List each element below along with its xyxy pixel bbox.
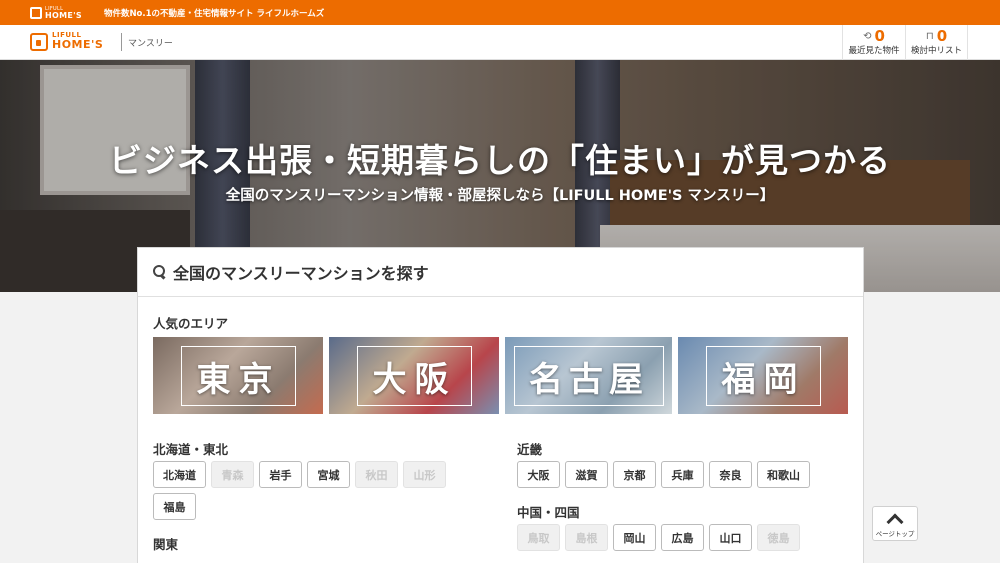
recent-count: 0 bbox=[874, 27, 885, 45]
area-fukuoka-label: 福岡 bbox=[706, 346, 821, 406]
hero-subtitle: 全国のマンスリーマンション情報・部屋探しなら【LIFULL HOME'S マンス… bbox=[225, 188, 775, 204]
prefecture-list-chugoku-shikoku: 鳥取 島根 岡山 広島 山口 徳島 bbox=[517, 524, 827, 551]
area-fukuoka[interactable]: 福岡 bbox=[678, 337, 848, 414]
region-title-kanto: 関東 bbox=[153, 537, 179, 552]
site-topbar: LIFULL HOME'S 物件数No.1の不動産・住宅情報サイト ライフルホーム… bbox=[0, 0, 1000, 25]
area-osaka-label: 大阪 bbox=[357, 346, 472, 406]
site-logo[interactable]: LIFULL HOME'S bbox=[30, 32, 103, 51]
prefecture-list-kinki: 大阪 滋賀 京都 兵庫 奈良 和歌山 bbox=[517, 461, 827, 488]
search-icon bbox=[153, 265, 167, 279]
prefecture-button[interactable]: 宮城 bbox=[307, 461, 350, 488]
hero-title: ビジネス出張・短期暮らしの「住まい」が見つかる bbox=[109, 141, 891, 180]
prefecture-button[interactable]: 奈良 bbox=[709, 461, 752, 488]
prefecture-button[interactable]: 兵庫 bbox=[661, 461, 704, 488]
prefecture-button[interactable]: 大阪 bbox=[517, 461, 560, 488]
recent-label: 最近見た物件 bbox=[848, 46, 900, 56]
wishlist-label: 検討中リスト bbox=[910, 46, 962, 56]
prefecture-button[interactable]: 広島 bbox=[661, 524, 704, 551]
bookmark-icon: ⊓ bbox=[925, 30, 934, 42]
home-logo-icon bbox=[30, 32, 48, 51]
prefecture-button[interactable]: 北海道 bbox=[153, 461, 206, 488]
logo-bottom-text: HOME'S bbox=[52, 38, 104, 51]
topbar-logo[interactable]: LIFULL HOME'S bbox=[30, 6, 82, 20]
section-name[interactable]: マンスリー bbox=[128, 36, 173, 49]
page-top-button[interactable]: ページトップ bbox=[872, 506, 918, 541]
prefecture-button[interactable]: 山口 bbox=[709, 524, 752, 551]
prefecture-button[interactable]: 岩手 bbox=[259, 461, 302, 488]
prefecture-list-hokkaido-tohoku: 北海道 青森 岩手 宮城 秋田 山形福島 bbox=[153, 461, 453, 520]
prefecture-button: 青森 bbox=[211, 461, 254, 488]
search-card-header: 全国のマンスリーマンションを探す bbox=[138, 248, 863, 297]
wishlist-count: 0 bbox=[936, 27, 948, 45]
area-nagoya[interactable]: 名古屋 bbox=[505, 337, 672, 414]
prefecture-button[interactable]: 滋賀 bbox=[565, 461, 608, 488]
prefecture-button: 鳥取 bbox=[517, 524, 560, 551]
prefecture-button[interactable]: 岡山 bbox=[613, 524, 656, 551]
search-title: 全国のマンスリーマンションを探す bbox=[173, 264, 429, 283]
logo-divider bbox=[121, 33, 122, 51]
region-title-kinki: 近畿 bbox=[517, 442, 543, 457]
area-osaka[interactable]: 大阪 bbox=[329, 337, 499, 414]
recent-viewed-button[interactable]: ⟲ 0 最近見た物件 bbox=[842, 25, 905, 60]
prefecture-button[interactable]: 京都 bbox=[613, 461, 656, 488]
area-tokyo-label: 東京 bbox=[181, 346, 296, 406]
prefecture-button: 徳島 bbox=[757, 524, 800, 551]
history-icon: ⟲ bbox=[863, 30, 872, 42]
site-header: LIFULL HOME'S マンスリー ⟲ 0 最近見た物件 ⊓ 0 検討中リスト bbox=[0, 25, 1000, 60]
wishlist-button[interactable]: ⊓ 0 検討中リスト bbox=[905, 25, 968, 60]
prefecture-button: 秋田 bbox=[355, 461, 398, 488]
region-title-hokkaido-tohoku: 北海道・東北 bbox=[153, 442, 229, 457]
popular-areas-label: 人気のエリア bbox=[153, 316, 229, 331]
prefecture-button[interactable]: 和歌山 bbox=[757, 461, 810, 488]
home-icon bbox=[30, 6, 42, 19]
site-tagline: 物件数No.1の不動産・住宅情報サイト ライフルホームズ bbox=[103, 8, 325, 19]
region-title-chugoku-shikoku: 中国・四国 bbox=[517, 505, 580, 520]
area-tokyo[interactable]: 東京 bbox=[153, 337, 323, 414]
area-nagoya-label: 名古屋 bbox=[514, 346, 664, 406]
popular-areas: 東京 大阪 名古屋 福岡 bbox=[153, 337, 848, 414]
topbar-logo-bottom: HOME'S bbox=[45, 10, 82, 20]
prefecture-button: 島根 bbox=[565, 524, 608, 551]
prefecture-button[interactable]: 福島 bbox=[153, 493, 196, 520]
search-card: 全国のマンスリーマンションを探す 人気のエリア 東京 大阪 名古屋 福岡 北海道… bbox=[137, 247, 864, 563]
prefecture-button: 山形 bbox=[403, 461, 446, 488]
